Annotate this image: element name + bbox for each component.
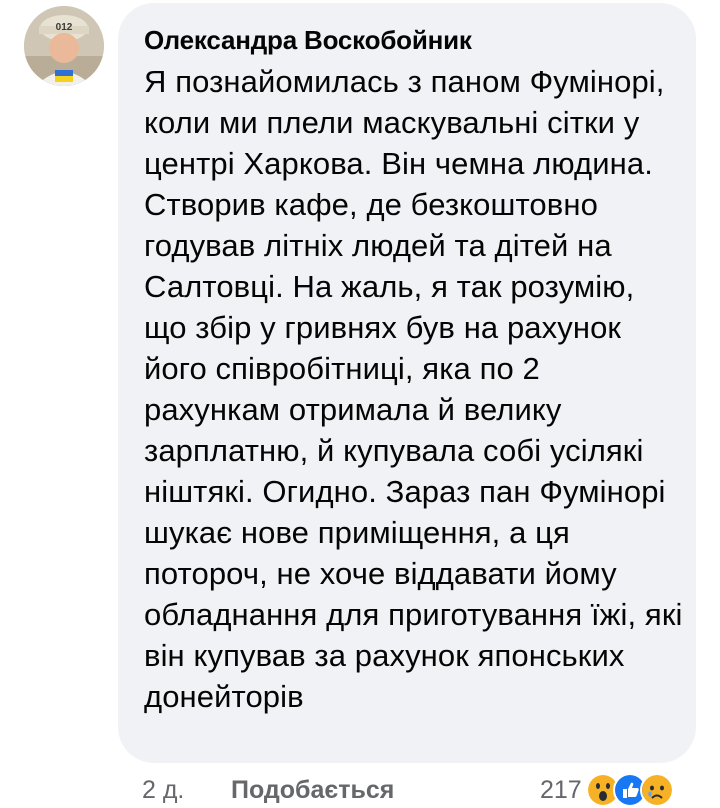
like-button[interactable]: Подобається (231, 772, 394, 808)
reaction-count: 217 (540, 776, 582, 804)
reactions-summary[interactable]: 217 (540, 772, 674, 808)
user-avatar-icon: 012 (24, 6, 104, 86)
reaction-icons (585, 773, 674, 807)
sad-reaction-icon (639, 773, 674, 807)
comment-footer: 2 д. Подобається 217 (142, 772, 702, 808)
cap-text: 012 (56, 22, 73, 33)
comment-author-name[interactable]: Олександра Воскобойник (144, 25, 672, 55)
author-avatar[interactable]: 012 (24, 6, 104, 86)
comment-timestamp[interactable]: 2 д. (142, 772, 184, 808)
comment-bubble: Олександра Воскобойник Я познайомилась з… (118, 3, 696, 763)
comment-text: Я познайомилась з паном Фумінорі, коли м… (144, 64, 683, 714)
